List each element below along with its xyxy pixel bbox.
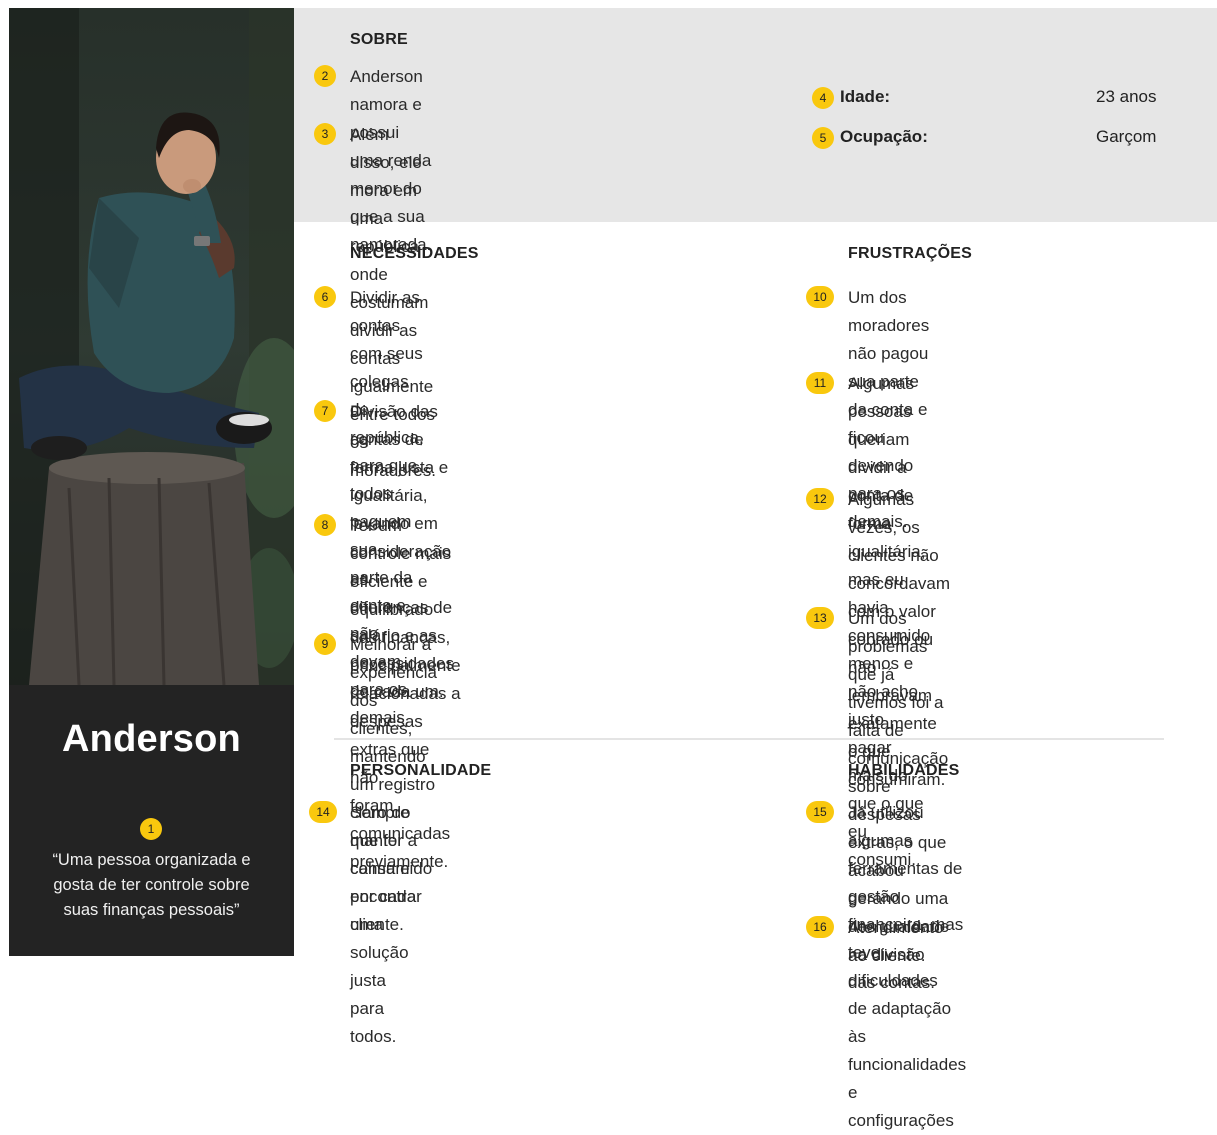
number-badge: 16 (806, 916, 834, 938)
number-badge: 14 (309, 801, 337, 823)
about-title: SOBRE (350, 31, 408, 48)
age-label: Idade: (840, 87, 891, 106)
persona-quote: “Uma pessoa organizada e gosta de ter co… (9, 848, 294, 923)
text-line: Atendimento ao cliente. (848, 918, 944, 965)
text-line: Além disso, ele mora em uma república (350, 125, 422, 256)
number-badge: 8 (314, 514, 336, 536)
number-badge: 11 (806, 372, 834, 394)
quote-line: “Uma pessoa organizada e (52, 851, 251, 869)
number-badge: 3 (314, 123, 336, 145)
text-line: Algumas pessoas queriam dividir a (848, 374, 915, 477)
personality-item-text: Sempre manter a calma e encontrar uma so… (350, 799, 422, 1051)
personality-title: PERSONALIDADE (350, 762, 492, 779)
text-line: Já utilizou algumas ferramentas de (848, 803, 963, 878)
number-badge: 15 (806, 801, 834, 823)
persona-sidebar: Anderson 1 “Uma pessoa organizada e gost… (9, 8, 294, 956)
number-badge: 10 (806, 286, 834, 308)
number-badge: 5 (812, 127, 834, 149)
frustrations-title: FRUSTRAÇÕES (848, 245, 972, 262)
number-badge: 1 (140, 818, 162, 840)
number-badge: 12 (806, 488, 834, 510)
text-line: Sempre manter a calma e encontrar uma (350, 803, 422, 934)
section-divider (334, 738, 1164, 740)
text-line: Um dos problemas que já tivemos foi a (848, 609, 944, 712)
text-line: configurações (848, 1111, 954, 1130)
text-line: Melhorar a experiência dos clientes, (350, 635, 437, 738)
persona-name: Anderson (62, 718, 241, 760)
number-badge: 7 (314, 400, 336, 422)
number-badge: 6 (314, 286, 336, 308)
person-on-stump-illustration (9, 8, 294, 685)
skills-title: HABILIDADES (848, 762, 960, 779)
needs-title: NECESSIDADES (350, 245, 479, 262)
persona-photo (9, 8, 294, 685)
text-line: Divisão das contas de forma justa e (350, 402, 449, 477)
quote-line: suas finanças pessoais” (63, 901, 240, 919)
number-badge: 13 (806, 607, 834, 629)
occupation-label: Ocupação: (840, 127, 928, 146)
number-badge: 9 (314, 633, 336, 655)
text-line: de adaptação às funcionalidades e (848, 999, 967, 1102)
text-line: Algumas vezes, os clientes não (848, 490, 939, 565)
number-badge: 2 (314, 65, 336, 87)
skill-item-text: Atendimento ao cliente. (848, 914, 943, 970)
occupation-value: Garçom (1096, 127, 1157, 146)
number-badge: 4 (812, 87, 834, 109)
quote-line: gosta de ter controle sobre (53, 876, 250, 894)
text-line: Ter um controle mais eficiente e (350, 516, 452, 591)
age-value: 23 anos (1096, 87, 1157, 106)
